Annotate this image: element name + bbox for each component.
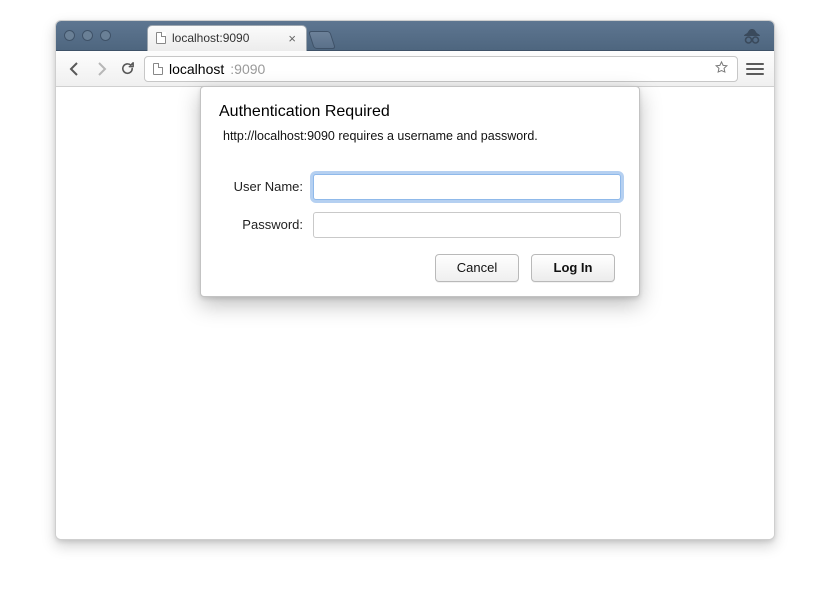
dialog-actions: Cancel Log In (219, 254, 615, 282)
cancel-button[interactable]: Cancel (435, 254, 519, 282)
address-bar[interactable]: localhost :9090 (144, 56, 738, 82)
bookmark-star-icon[interactable] (714, 60, 729, 78)
reload-button[interactable] (118, 60, 136, 78)
new-tab-button[interactable] (308, 31, 336, 49)
password-label: Password: (219, 217, 313, 232)
window-controls (64, 30, 111, 41)
browser-window: localhost:9090 × localhost :9090 (55, 20, 775, 540)
login-button[interactable]: Log In (531, 254, 615, 282)
document-icon (156, 32, 166, 44)
forward-button[interactable] (92, 60, 110, 78)
document-icon (153, 63, 163, 75)
auth-dialog: Authentication Required http://localhost… (200, 86, 640, 297)
tab-title: localhost:9090 (172, 31, 249, 45)
window-titlebar: localhost:9090 × (56, 21, 774, 51)
username-label: User Name: (219, 179, 313, 194)
address-host: localhost (169, 61, 224, 77)
dialog-title: Authentication Required (219, 103, 621, 121)
browser-tab[interactable]: localhost:9090 × (147, 25, 307, 51)
address-port: :9090 (230, 61, 265, 77)
window-minimize-button[interactable] (82, 30, 93, 41)
menu-button[interactable] (746, 63, 764, 75)
username-input[interactable] (313, 174, 621, 200)
back-button[interactable] (66, 60, 84, 78)
dialog-message: http://localhost:9090 requires a usernam… (219, 127, 621, 146)
window-close-button[interactable] (64, 30, 75, 41)
window-zoom-button[interactable] (100, 30, 111, 41)
tab-close-icon[interactable]: × (288, 32, 296, 45)
password-input[interactable] (313, 212, 621, 238)
page-content: Authentication Required http://localhost… (56, 87, 774, 539)
incognito-icon (740, 24, 764, 53)
browser-toolbar: localhost :9090 (56, 51, 774, 87)
